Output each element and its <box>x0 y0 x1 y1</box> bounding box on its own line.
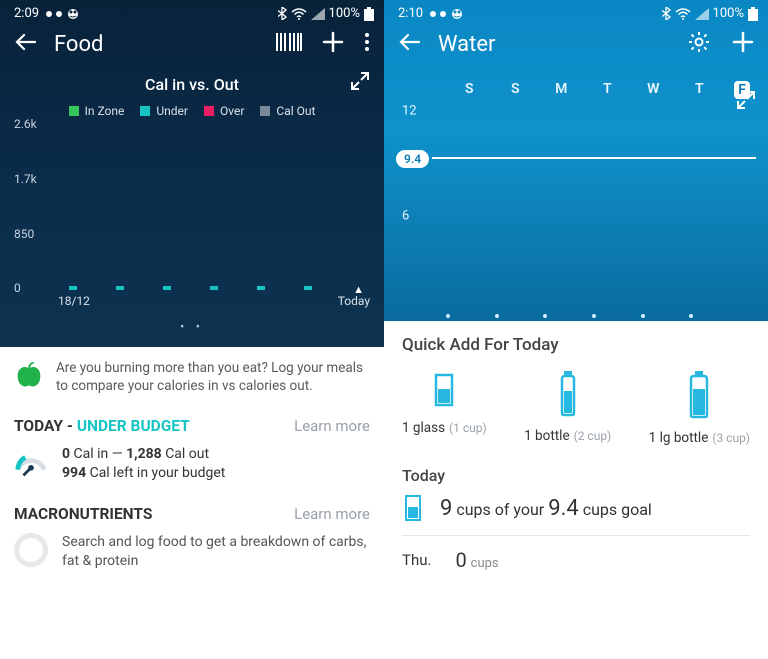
status-time: 2:09 <box>14 6 39 21</box>
barcode-icon[interactable] <box>276 33 302 55</box>
water-app-bar: Water <box>384 23 768 71</box>
battery-text: 100% <box>329 6 360 21</box>
x-axis: 18/12 Today <box>58 294 370 314</box>
tip-row: Are you burning more than you eat? Log y… <box>14 359 370 395</box>
status-glyph-icon <box>43 8 83 20</box>
signal-icon <box>311 8 325 20</box>
food-chart-area: Cal in vs. Out In Zone Under Over Cal Ou… <box>0 71 384 347</box>
prev-day-row: Thu. 0 cups <box>402 536 750 572</box>
quick-add-bottle[interactable]: 1 bottle (2 cup) <box>524 369 611 446</box>
battery-icon <box>364 7 374 21</box>
macro-ring-icon <box>14 533 48 567</box>
quick-add-glass[interactable]: 1 glass (1 cup) <box>402 369 487 446</box>
goal-value-badge: 9.4 <box>396 150 429 168</box>
today-cups-value: 9 <box>440 496 452 521</box>
status-bar: 2:09 100% <box>0 0 384 23</box>
back-icon[interactable] <box>14 33 36 55</box>
bluetooth-icon <box>662 7 671 20</box>
water-bar-chart[interactable]: 12 6 9.4 <box>396 111 756 321</box>
gear-icon[interactable] <box>688 31 710 57</box>
page-title: Food <box>54 32 258 57</box>
gauge-icon <box>14 447 48 481</box>
today-goal-value: 9.4 <box>548 496 579 521</box>
today-section-title: Today <box>402 466 750 485</box>
prev-day-value: 0 <box>455 548 466 572</box>
food-app-bar: Food <box>0 23 384 71</box>
today-cups-row: 9 cups of your 9.4 cups goal <box>402 493 750 536</box>
food-lower: Are you burning more than you eat? Log y… <box>0 347 384 659</box>
prev-day-label: Thu. <box>402 551 431 569</box>
food-bar-chart[interactable]: 2.6k 1.7k 850 0 ▲ 18/12 Today <box>14 124 370 314</box>
page-indicator[interactable]: • • <box>14 314 370 345</box>
glass-small-icon <box>402 493 424 523</box>
food-top: 2:09 100% Food <box>0 0 384 347</box>
status-bar: 2:10 100% <box>384 0 768 23</box>
quick-add-lg-bottle[interactable]: 1 lg bottle (3 cup) <box>649 369 750 446</box>
wifi-icon <box>291 8 307 20</box>
overflow-icon[interactable] <box>364 32 370 56</box>
macro-tip: Search and log food to get a breakdown o… <box>62 533 370 571</box>
battery-text: 100% <box>713 6 744 21</box>
status-glyph-icon <box>427 8 467 20</box>
y-axis: 2.6k 1.7k 850 0 <box>14 124 54 290</box>
back-icon[interactable] <box>398 33 420 55</box>
macro-row: Search and log food to get a breakdown o… <box>14 533 370 571</box>
water-lower: Quick Add For Today 1 glass (1 cup) 1 bo… <box>384 321 768 659</box>
battery-icon <box>748 7 758 21</box>
chart-title: Cal in vs. Out <box>145 75 239 94</box>
learn-more-link[interactable]: Learn more <box>294 505 370 523</box>
bars <box>58 124 370 290</box>
days-row[interactable]: S S M T W T F <box>384 71 768 107</box>
page-title: Water <box>438 32 670 57</box>
apple-icon <box>14 359 44 389</box>
water-screen: 2:10 100% Water <box>384 0 768 659</box>
y-axis: 12 6 <box>396 111 428 321</box>
food-screen: 2:09 100% Food <box>0 0 384 659</box>
expand-icon[interactable] <box>350 71 370 95</box>
add-icon[interactable] <box>732 31 754 57</box>
today-header: TODAY - UNDER BUDGET Learn more <box>14 417 370 435</box>
budget-status: UNDER BUDGET <box>77 417 190 435</box>
bluetooth-icon <box>278 7 287 20</box>
learn-more-link[interactable]: Learn more <box>294 417 370 435</box>
quick-add-title: Quick Add For Today <box>402 335 750 355</box>
tip-text: Are you burning more than you eat? Log y… <box>56 359 370 395</box>
water-top: 2:10 100% Water <box>384 0 768 321</box>
wifi-icon <box>675 8 691 20</box>
quick-add-row: 1 glass (1 cup) 1 bottle (2 cup) 1 lg bo… <box>402 369 750 446</box>
add-icon[interactable] <box>322 31 344 57</box>
signal-icon <box>695 8 709 20</box>
macro-header: MACRONUTRIENTS Learn more <box>14 505 370 523</box>
chart-legend: In Zone Under Over Cal Out <box>14 104 370 118</box>
status-time: 2:10 <box>398 6 423 21</box>
calorie-summary: 0 Cal in — 1,288 Cal out 994 Cal left in… <box>14 445 370 483</box>
